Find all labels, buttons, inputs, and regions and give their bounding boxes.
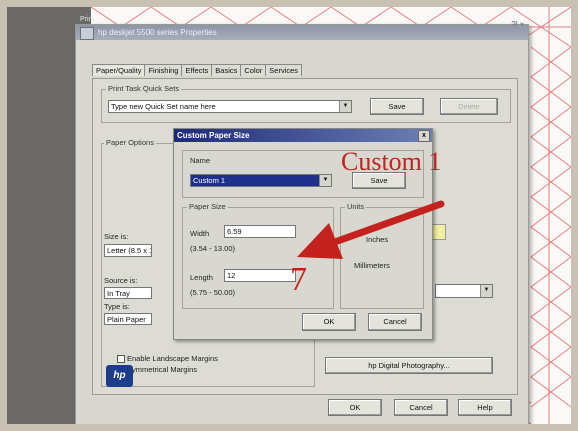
screenshot-frame: Print ?| x?| x hp deskjet 5500 series Pr…: [0, 0, 578, 431]
annotation-arrow-shaft: [328, 200, 445, 247]
annotation-arrow: [297, 200, 445, 259]
